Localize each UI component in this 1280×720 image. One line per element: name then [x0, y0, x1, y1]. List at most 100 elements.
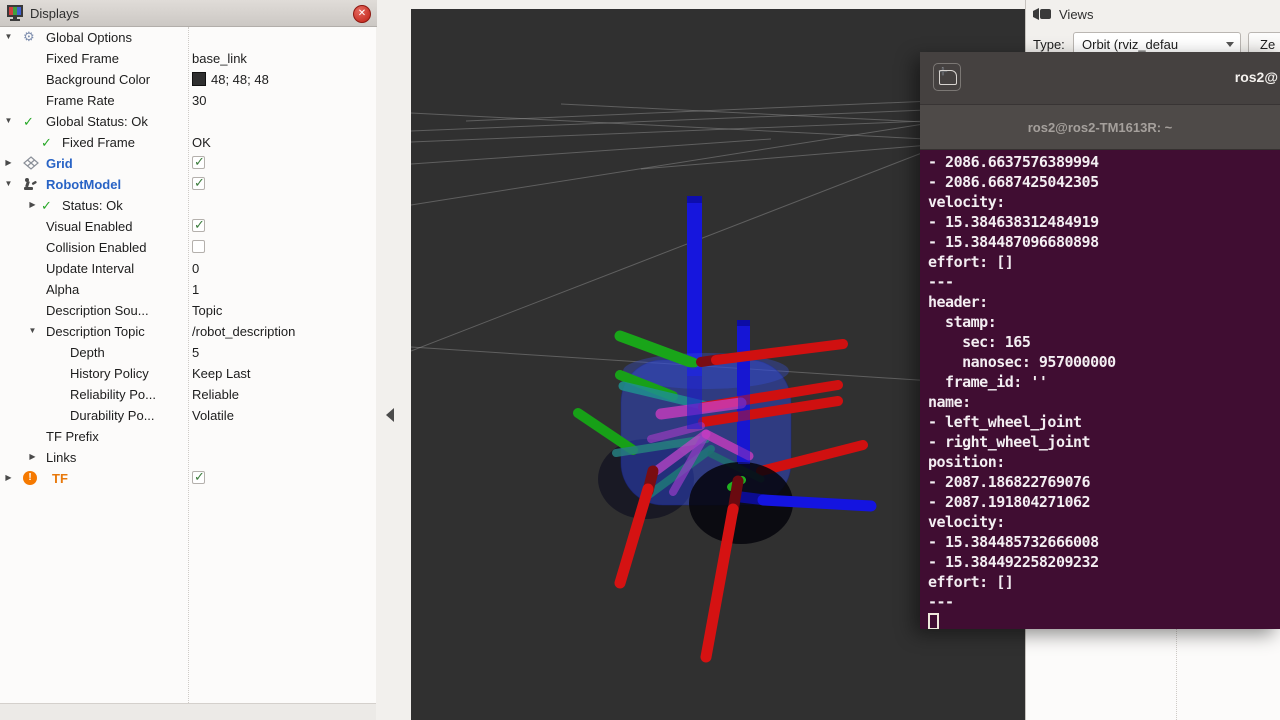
expander-right-icon[interactable]: ▶ [27, 200, 38, 209]
tree-row-description-topic[interactable]: ▼ Description Topic /robot_description [0, 321, 376, 342]
tree-row-global-options[interactable]: ▼ ⚙ Global Options [0, 27, 376, 48]
robotmodel-enabled-checkbox[interactable] [192, 177, 205, 190]
tree-row-fixed-frame[interactable]: Fixed Frame base_link [0, 48, 376, 69]
status-ok-check-icon: ✓ [23, 114, 34, 130]
tree-row-tf-prefix[interactable]: TF Prefix [0, 426, 376, 447]
close-icon[interactable]: ✕ [353, 5, 371, 23]
displays-panel-title: Displays [30, 6, 79, 21]
expander-down-icon[interactable]: ▼ [27, 326, 38, 335]
tree-row-history-policy[interactable]: History Policy Keep Last [0, 363, 376, 384]
terminal-line: position: [928, 453, 1280, 473]
panel-collapse-handle-icon[interactable] [386, 408, 394, 422]
view-type-value: Orbit (rviz_defau [1082, 37, 1217, 52]
tree-row-depth[interactable]: Depth 5 [0, 342, 376, 363]
property-name: TF Prefix [46, 429, 99, 444]
collision-enabled-checkbox[interactable] [192, 240, 205, 253]
tree-row-frame-rate[interactable]: Frame Rate 30 [0, 90, 376, 111]
terminal-line: - 2086.6687425042305 [928, 173, 1280, 193]
property-name: Fixed Frame [62, 135, 135, 150]
terminal-line: - right_wheel_joint [928, 433, 1280, 453]
terminal-line: effort: [] [928, 573, 1280, 593]
tree-row-background-color[interactable]: Background Color 48; 48; 48 [0, 69, 376, 90]
terminal-line: --- [928, 273, 1280, 293]
tree-row-grid[interactable]: ▶ Grid [0, 153, 376, 174]
status-ok-check-icon: ✓ [41, 135, 52, 151]
robot-model [578, 196, 871, 657]
tree-row-collision-enabled[interactable]: Collision Enabled [0, 237, 376, 258]
tf-enabled-checkbox[interactable] [192, 471, 205, 484]
terminal-titlebar[interactable]: ros2@ [920, 52, 1280, 105]
property-name: Alpha [46, 282, 79, 297]
views-panel-icon [1032, 7, 1052, 21]
terminal-cursor [928, 613, 939, 629]
chevron-down-icon [1226, 42, 1234, 47]
tree-row-update-interval[interactable]: Update Interval 0 [0, 258, 376, 279]
visual-enabled-checkbox[interactable] [192, 219, 205, 232]
tree-row-reliability-policy[interactable]: Reliability Po... Reliable [0, 384, 376, 405]
property-name: Description Sou... [46, 303, 149, 318]
terminal-line: - 15.384638312484919 [928, 213, 1280, 233]
property-value[interactable]: 48; 48; 48 [192, 72, 269, 87]
tree-row-description-source[interactable]: Description Sou... Topic [0, 300, 376, 321]
tree-row-visual-enabled[interactable]: Visual Enabled [0, 216, 376, 237]
property-value[interactable]: base_link [192, 51, 247, 66]
new-tab-icon[interactable] [933, 63, 961, 91]
tree-row-robotmodel[interactable]: ▼ RobotModel [0, 174, 376, 195]
tree-row-global-status[interactable]: ▼ ✓ Global Status: Ok [0, 111, 376, 132]
property-name: Background Color [46, 72, 150, 87]
robot-model-icon [23, 177, 38, 195]
expander-down-icon[interactable]: ▼ [3, 32, 14, 41]
tf-warning-icon: ! [23, 471, 37, 485]
terminal-line: - 15.384487096680898 [928, 233, 1280, 253]
property-name: RobotModel [46, 177, 121, 192]
property-name: Status: Ok [62, 198, 123, 213]
color-swatch [192, 72, 206, 86]
tree-row-robot-status[interactable]: ▶ ✓ Status: Ok [0, 195, 376, 216]
expander-down-icon[interactable]: ▼ [3, 179, 14, 188]
property-name: Collision Enabled [46, 240, 146, 255]
terminal-output[interactable]: - 2086.6637576389994 - 2086.668742504230… [920, 150, 1280, 629]
property-name: Depth [70, 345, 105, 360]
displays-titlebar[interactable]: Displays ✕ [0, 0, 377, 27]
expander-right-icon[interactable]: ▶ [3, 158, 14, 167]
tree-row-fixed-frame-status[interactable]: ✓ Fixed Frame OK [0, 132, 376, 153]
displays-tree: ▼ ⚙ Global Options Fixed Frame base_link… [0, 27, 376, 703]
terminal-line: - 15.384492258209232 [928, 553, 1280, 573]
property-value[interactable]: Keep Last [192, 366, 251, 381]
expander-down-icon[interactable]: ▼ [3, 116, 14, 125]
views-titlebar[interactable]: Views [1026, 0, 1280, 28]
property-value[interactable]: Volatile [192, 408, 234, 423]
grid-display-icon [23, 156, 39, 173]
tree-row-tf[interactable]: ▶ ! TF [0, 468, 376, 489]
terminal-line: velocity: [928, 513, 1280, 533]
type-label: Type: [1033, 37, 1065, 52]
terminal-line: --- [928, 593, 1280, 613]
expander-right-icon[interactable]: ▶ [3, 473, 14, 482]
property-value[interactable]: Topic [192, 303, 222, 318]
displays-panel-footer [0, 703, 376, 720]
expander-right-icon[interactable]: ▶ [27, 452, 38, 461]
terminal-tabbar[interactable]: ros2@ros2-TM1613R: ~ [920, 105, 1280, 150]
property-value[interactable]: 5 [192, 345, 199, 360]
property-value[interactable]: Reliable [192, 387, 239, 402]
property-value[interactable]: 30 [192, 93, 206, 108]
terminal-window[interactable]: ros2@ ros2@ros2-TM1613R: ~ - 2086.663757… [920, 52, 1280, 628]
panel-gutter [377, 0, 411, 720]
property-name: Grid [46, 156, 73, 171]
terminal-line: - 2086.6637576389994 [928, 153, 1280, 173]
property-value[interactable]: 0 [192, 261, 199, 276]
grid-enabled-checkbox[interactable] [192, 156, 205, 169]
gear-icon: ⚙ [23, 30, 35, 44]
property-value[interactable]: /robot_description [192, 324, 295, 339]
tree-row-durability-policy[interactable]: Durability Po... Volatile [0, 405, 376, 426]
property-value: OK [192, 135, 211, 150]
tree-row-alpha[interactable]: Alpha 1 [0, 279, 376, 300]
rviz-window: Displays ✕ ▼ ⚙ Global Options Fixed Fram… [0, 0, 1280, 720]
terminal-tab-title[interactable]: ros2@ros2-TM1613R: ~ [1028, 120, 1173, 135]
terminal-line: velocity: [928, 193, 1280, 213]
property-value[interactable]: 1 [192, 282, 199, 297]
property-name: Frame Rate [46, 93, 115, 108]
property-name: Global Status: Ok [46, 114, 148, 129]
property-name: Reliability Po... [70, 387, 156, 402]
tree-row-links[interactable]: ▶ Links [0, 447, 376, 468]
